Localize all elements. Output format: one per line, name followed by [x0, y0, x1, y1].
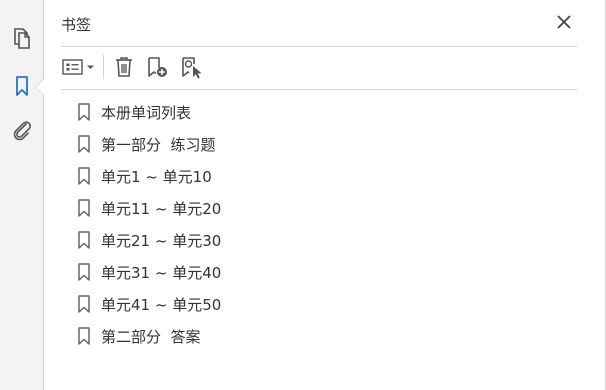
delete-icon — [116, 57, 132, 77]
bookmark-item[interactable]: 单元21 ~ 单元30 — [73, 224, 563, 256]
bookmark-outline-icon — [77, 135, 91, 153]
close-icon — [557, 15, 571, 29]
bookmark-label: 第一部分 练习题 — [101, 135, 216, 154]
bookmark-outline-icon — [77, 167, 91, 185]
bookmark-label: 单元11 ~ 单元20 — [101, 199, 222, 218]
new-bookmark-button[interactable] — [145, 54, 171, 80]
bookmark-item[interactable]: 单元11 ~ 单元20 — [73, 192, 563, 224]
bookmark-outline-icon — [77, 295, 91, 313]
bookmarks-window: 书签 本册单词列表 第一部分 练习题 单元1 ~ 单元10 单元11 ~ 单元2… — [0, 0, 606, 390]
navigation-rail — [0, 0, 44, 390]
close-panel-button[interactable] — [553, 11, 575, 33]
bookmark-list: 本册单词列表 第一部分 练习题 单元1 ~ 单元10 单元11 ~ 单元20 单… — [73, 96, 563, 352]
bookmark-outline-icon — [77, 327, 91, 345]
panel-header: 书签 — [61, 0, 577, 47]
bookmark-item[interactable]: 第二部分 答案 — [73, 320, 563, 352]
bookmark-label: 单元41 ~ 单元50 — [101, 295, 222, 314]
bookmark-icon — [16, 76, 28, 96]
bookmark-item[interactable]: 单元1 ~ 单元10 — [73, 160, 563, 192]
options-menu-button[interactable] — [61, 54, 97, 80]
bookmark-outline-icon — [77, 263, 91, 281]
options-menu-icon — [62, 59, 94, 75]
attachments-button[interactable] — [8, 116, 36, 144]
toolbar-separator — [103, 55, 104, 79]
bookmark-label: 单元31 ~ 单元40 — [101, 263, 222, 282]
find-bookmark-icon — [182, 57, 202, 79]
bookmark-outline-icon — [77, 103, 91, 121]
bookmark-label: 第二部分 答案 — [101, 327, 201, 346]
bookmark-item[interactable]: 单元41 ~ 单元50 — [73, 288, 563, 320]
rail-pointer — [36, 78, 45, 96]
panel-title: 书签 — [61, 16, 92, 34]
bookmark-outline-icon — [77, 231, 91, 249]
bookmark-item[interactable]: 第一部分 练习题 — [73, 128, 563, 160]
find-bookmark-button[interactable] — [179, 54, 205, 80]
bookmarks-button[interactable] — [8, 72, 36, 100]
pages-icon — [14, 28, 30, 49]
page-thumbnails-button[interactable] — [8, 24, 36, 52]
bookmarks-toolbar — [61, 46, 577, 90]
bookmark-item[interactable]: 本册单词列表 — [73, 96, 563, 128]
new-bookmark-icon — [148, 57, 167, 77]
delete-bookmark-button[interactable] — [111, 54, 137, 80]
bookmark-label: 单元21 ~ 单元30 — [101, 231, 222, 250]
bookmarks-panel: 书签 本册单词列表 第一部分 练习题 单元1 ~ 单元10 单元11 ~ 单元2… — [45, 0, 606, 390]
bookmark-label: 本册单词列表 — [101, 103, 192, 122]
bookmark-item[interactable]: 单元31 ~ 单元40 — [73, 256, 563, 288]
bookmark-label: 单元1 ~ 单元10 — [101, 167, 212, 186]
bookmark-outline-icon — [77, 199, 91, 217]
attachment-icon — [13, 121, 31, 141]
